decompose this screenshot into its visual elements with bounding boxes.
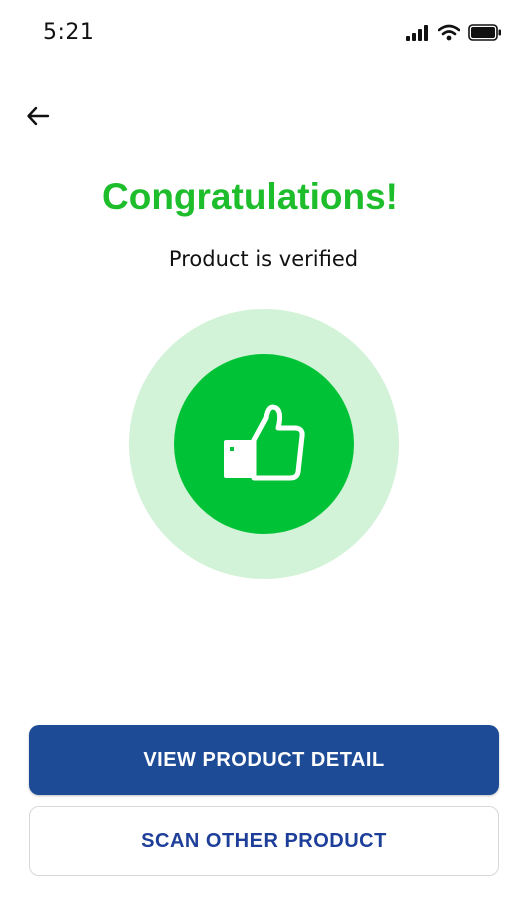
view-product-detail-button[interactable]: VIEW PRODUCT DETAIL (29, 725, 499, 795)
wifi-icon (437, 24, 461, 46)
signal-icon (406, 24, 430, 46)
thumbs-up-icon (222, 400, 306, 489)
verification-status-text: Product is verified (168, 247, 359, 271)
battery-icon (468, 24, 502, 46)
back-button[interactable] (22, 102, 54, 134)
view-product-detail-label: VIEW PRODUCT DETAIL (143, 748, 385, 771)
scan-other-product-button[interactable]: SCAN OTHER PRODUCT (29, 806, 499, 876)
arrow-left-icon (26, 106, 50, 131)
status-icons (406, 24, 502, 46)
scan-other-product-label: SCAN OTHER PRODUCT (141, 829, 387, 852)
status-bar: 5:21 (0, 0, 527, 70)
page-title: Congratulations! (102, 176, 398, 217)
success-badge (174, 354, 354, 534)
status-time: 5:21 (43, 20, 95, 45)
